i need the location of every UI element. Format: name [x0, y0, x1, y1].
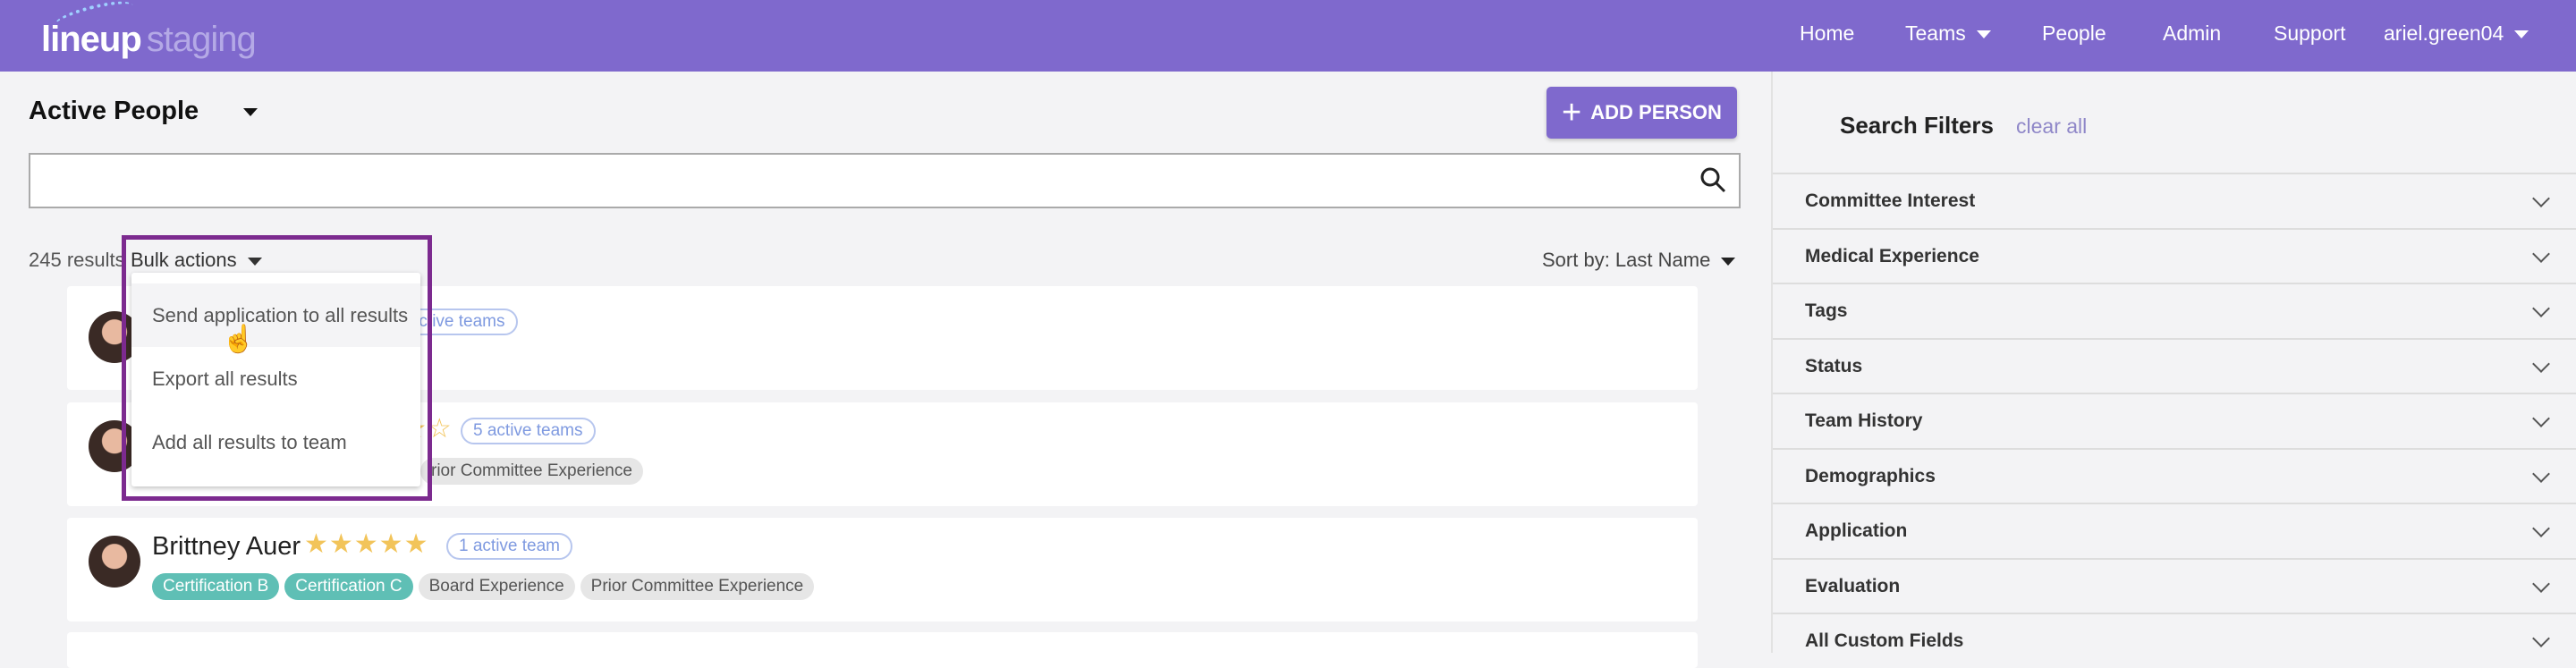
- highlight-box: [122, 235, 432, 501]
- chevron-down-icon: [2532, 244, 2550, 263]
- logo[interactable]: lineup staging: [41, 20, 257, 60]
- tag: Certification C: [284, 573, 413, 600]
- filter-medical-experience[interactable]: Medical Experience: [1773, 227, 2576, 283]
- plus-icon: +: [1562, 93, 1582, 131]
- caret-down-icon: [1721, 257, 1736, 266]
- filter-demographics[interactable]: Demographics: [1773, 447, 2576, 503]
- nav-user-menu[interactable]: ariel.green04: [2384, 21, 2529, 46]
- tag-list: rior Committee Experience: [420, 458, 648, 485]
- caret-down-icon: [243, 107, 258, 116]
- filter-tags[interactable]: Tags: [1773, 283, 2576, 338]
- active-teams-badge[interactable]: 5 active teams: [461, 418, 596, 444]
- hand-cursor-icon: ☝: [222, 325, 256, 354]
- add-person-button[interactable]: + ADD PERSON: [1546, 87, 1737, 139]
- tag-list: Certification B Certification C Board Expe…: [152, 573, 819, 600]
- clear-all-link[interactable]: clear all: [2016, 114, 2087, 139]
- view-selector[interactable]: Active People: [29, 97, 258, 126]
- filter-evaluation[interactable]: Evaluation: [1773, 557, 2576, 613]
- chevron-down-icon: [2532, 520, 2550, 537]
- chevron-down-icon: [2532, 630, 2550, 647]
- filter-team-history[interactable]: Team History: [1773, 393, 2576, 448]
- filters-title: Search Filters: [1840, 112, 1994, 139]
- results-count: 245 results: [29, 249, 125, 271]
- tag: Prior Committee Experience: [580, 573, 815, 600]
- search-icon[interactable]: [1699, 166, 1726, 193]
- nav-support[interactable]: Support: [2274, 21, 2346, 46]
- person-card[interactable]: Brittney Auer ★★★★★ 1 active team Certifica…: [67, 518, 1698, 621]
- tag: rior Committee Experience: [420, 458, 643, 485]
- caret-down-icon: [1976, 30, 1991, 39]
- active-teams-badge[interactable]: 1 active team: [446, 533, 572, 560]
- filter-application[interactable]: Application: [1773, 503, 2576, 558]
- filter-all-custom-fields[interactable]: All Custom Fields: [1773, 613, 2576, 668]
- caret-down-icon: [2514, 30, 2529, 39]
- chevron-down-icon: [2532, 190, 2550, 207]
- chevron-down-icon: [2532, 574, 2550, 593]
- nav-teams[interactable]: Teams: [1905, 21, 1991, 46]
- top-navbar: lineup staging Home Teams People Admin Suppor…: [0, 0, 2576, 72]
- nav-home[interactable]: Home: [1800, 21, 1854, 46]
- tag: Certification B: [152, 573, 280, 600]
- filter-committee-interest[interactable]: Committee Interest: [1773, 173, 2576, 228]
- person-name[interactable]: Brittney Auer: [152, 532, 301, 562]
- nav-people[interactable]: People: [2042, 21, 2106, 46]
- chevron-down-icon: [2532, 464, 2550, 483]
- sort-dropdown[interactable]: Sort by: Last Name: [1542, 249, 1736, 272]
- nav-admin[interactable]: Admin: [2163, 21, 2221, 46]
- chevron-down-icon: [2532, 410, 2550, 427]
- chevron-down-icon: [2532, 300, 2550, 317]
- rating-stars: ★★★★★: [304, 529, 429, 559]
- tag: Board Experience: [418, 573, 575, 600]
- person-card[interactable]: [67, 632, 1698, 668]
- search-filters-panel: Search Filters clear all Committee Inter…: [1771, 72, 2576, 653]
- avatar: [89, 536, 140, 588]
- filter-status[interactable]: Status: [1773, 337, 2576, 393]
- search-input[interactable]: [29, 153, 1741, 208]
- chevron-down-icon: [2532, 354, 2550, 373]
